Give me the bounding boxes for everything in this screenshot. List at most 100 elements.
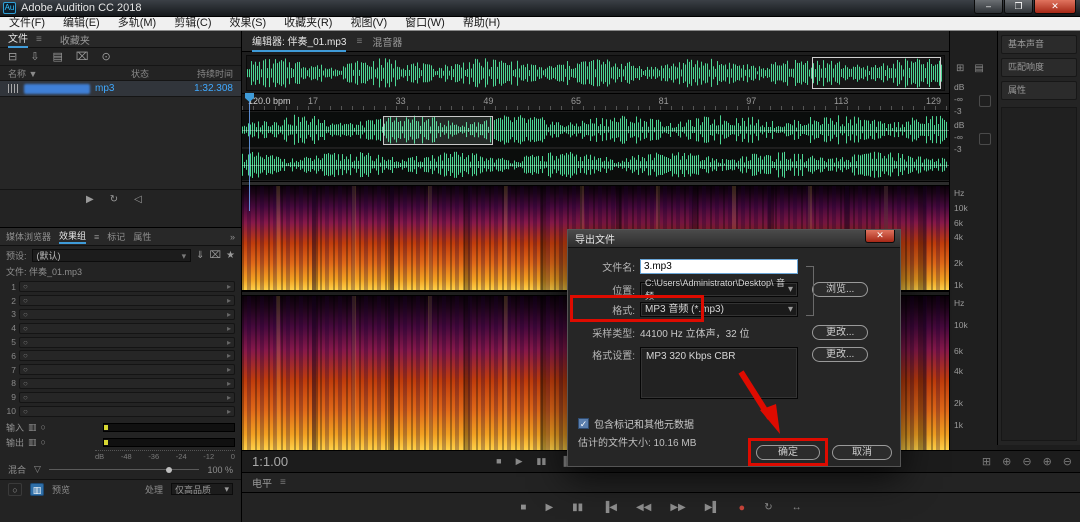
tab-media-browser[interactable]: 媒体浏览器 [6, 230, 51, 243]
power-icon[interactable]: ○ [23, 282, 28, 291]
transport-button[interactable]: ▶▶ [670, 502, 685, 513]
tab-favorites[interactable]: 收藏夹 [60, 32, 90, 47]
batch-icon[interactable]: ▤ [52, 50, 62, 63]
file-list-empty-area[interactable] [0, 97, 241, 189]
preview-speaker-icon[interactable]: ◁ [134, 194, 142, 205]
tab-mixer[interactable]: 混音器 [372, 34, 402, 49]
folder-open-icon[interactable]: ⊟ [8, 50, 17, 63]
delete-preset-icon[interactable]: ⌧ [210, 250, 222, 261]
column-duration[interactable]: 持续时间 [175, 67, 233, 80]
panel-menu-icon[interactable]: ≡ [356, 36, 362, 47]
zoom-icon[interactable]: ⊕ [1043, 455, 1052, 468]
menu-item[interactable]: 收藏夹(R) [275, 17, 341, 30]
restore-button[interactable]: ❐ [1004, 0, 1033, 14]
transport-button[interactable]: ■ [520, 502, 526, 513]
rack-power-button[interactable]: ○ [8, 483, 22, 496]
power-icon[interactable]: ○ [23, 379, 28, 388]
tab-overflow-icon[interactable]: » [230, 232, 235, 242]
transport-button[interactable]: ◀◀ [636, 502, 651, 513]
preview-play-icon[interactable]: ▶ [86, 194, 94, 205]
tab-match-loudness[interactable]: 匹配响度 [1001, 58, 1077, 77]
tab-files[interactable]: 文件 [8, 30, 28, 48]
column-status[interactable]: 状态 [131, 67, 175, 80]
preset-dropdown[interactable]: (默认)▾ [32, 249, 192, 262]
transport-button[interactable]: ↻ [764, 502, 772, 513]
slot-arrow-icon[interactable]: ▸ [227, 324, 231, 333]
zoom-icon[interactable]: ⊖ [1063, 455, 1072, 468]
panel-menu-icon[interactable]: ≡ [36, 34, 42, 45]
slot-arrow-icon[interactable]: ▸ [227, 282, 231, 291]
tab-properties[interactable]: 属性 [133, 230, 151, 243]
search-icon[interactable]: ⊙ [102, 50, 111, 63]
slot-arrow-icon[interactable]: ▸ [227, 296, 231, 305]
zoom-icon[interactable]: ⊞ [982, 455, 991, 468]
slot-arrow-icon[interactable]: ▸ [227, 338, 231, 347]
transport-icon[interactable]: ▶ [516, 456, 523, 467]
power-icon[interactable]: ○ [23, 407, 28, 416]
change-sample-button[interactable]: 更改... [812, 325, 868, 340]
effect-slot[interactable]: 3 ○ ▸ [2, 308, 235, 322]
menu-item[interactable]: 视图(V) [341, 17, 396, 30]
effect-slot[interactable]: 10 ○ ▸ [2, 404, 235, 418]
panel-menu-icon[interactable]: ≡ [280, 477, 286, 488]
power-icon[interactable]: ○ [41, 422, 46, 432]
power-icon[interactable]: ○ [23, 393, 28, 402]
transport-button[interactable]: ▐◀ [602, 502, 617, 513]
transport-button[interactable]: ▶ [545, 502, 553, 513]
power-icon[interactable]: ○ [23, 296, 28, 305]
transport-button[interactable]: ▮▮ [572, 502, 583, 513]
effect-slot[interactable]: 8 ○ ▸ [2, 377, 235, 391]
import-file-icon[interactable]: ⇩ [30, 50, 39, 63]
slot-arrow-icon[interactable]: ▸ [227, 351, 231, 360]
waveform-channel-left[interactable] [242, 112, 949, 148]
save-preset-icon[interactable]: ⇓ [196, 250, 204, 261]
timeline-ruler[interactable]: 120.0 bpm 173349658197113129 [242, 93, 949, 111]
location-dropdown[interactable]: C:\Users\Administrator\Desktop\ 音频 ▾ [640, 282, 798, 297]
menu-item[interactable]: 窗口(W) [396, 17, 454, 30]
transport-button[interactable]: ↔ [792, 502, 802, 513]
overview-waveform[interactable] [246, 55, 945, 91]
minimize-button[interactable]: – [974, 0, 1003, 14]
menu-item[interactable]: 多轨(M) [109, 17, 166, 30]
zoom-frame-icon[interactable]: ⊞ [956, 63, 964, 74]
transport-button[interactable]: ▶▌ [705, 502, 720, 513]
browse-button[interactable]: 浏览... [812, 282, 868, 297]
effect-slot[interactable]: 1 ○ ▸ [2, 280, 235, 294]
format-dropdown[interactable]: MP3 音频 (*.mp3) ▾ [640, 302, 798, 317]
power-icon[interactable]: ○ [23, 324, 28, 333]
effect-slot[interactable]: 2 ○ ▸ [2, 294, 235, 308]
change-settings-button[interactable]: 更改... [812, 347, 868, 362]
channel-button[interactable] [979, 95, 991, 107]
menu-item[interactable]: 文件(F) [0, 17, 54, 30]
slot-arrow-icon[interactable]: ▸ [227, 365, 231, 374]
channel-button[interactable] [979, 133, 991, 145]
power-icon[interactable]: ○ [23, 351, 28, 360]
power-icon[interactable]: ○ [23, 338, 28, 347]
slot-arrow-icon[interactable]: ▸ [227, 379, 231, 388]
tab-effects-rack[interactable]: 效果组 [59, 229, 86, 244]
mix-slider-knob[interactable] [166, 467, 172, 473]
favorite-icon[interactable]: ★ [226, 250, 235, 261]
zoom-icon[interactable]: ⊖ [1022, 455, 1031, 468]
panel-menu-icon[interactable]: ≡ [94, 232, 99, 242]
trash-icon[interactable]: ⌧ [76, 50, 89, 63]
menu-item[interactable]: 帮助(H) [454, 17, 509, 30]
effect-slot[interactable]: 6 ○ ▸ [2, 349, 235, 363]
waveform-channel-right[interactable] [242, 149, 949, 180]
column-name[interactable]: 名称 ▼ [8, 67, 131, 80]
tab-levels[interactable]: 电平 [252, 475, 272, 490]
power-icon[interactable]: ○ [41, 437, 46, 447]
effect-slot[interactable]: 5 ○ ▸ [2, 335, 235, 349]
rack-meter-button[interactable]: ▥ [30, 483, 44, 496]
slot-arrow-icon[interactable]: ▸ [227, 310, 231, 319]
tab-markers[interactable]: 标记 [107, 230, 125, 243]
dialog-title-bar[interactable]: 导出文件 [568, 230, 900, 248]
preview-loop-icon[interactable]: ↻ [110, 194, 118, 205]
ok-button[interactable]: 确定 [756, 445, 820, 460]
power-icon[interactable]: ○ [23, 365, 28, 374]
transport-button[interactable]: ● [739, 502, 746, 514]
tab-properties[interactable]: 属性 [1001, 81, 1077, 100]
dialog-close-button[interactable]: ✕ [865, 230, 895, 243]
preview-label[interactable]: 预览 [52, 483, 70, 496]
view-range-box[interactable] [812, 57, 942, 89]
